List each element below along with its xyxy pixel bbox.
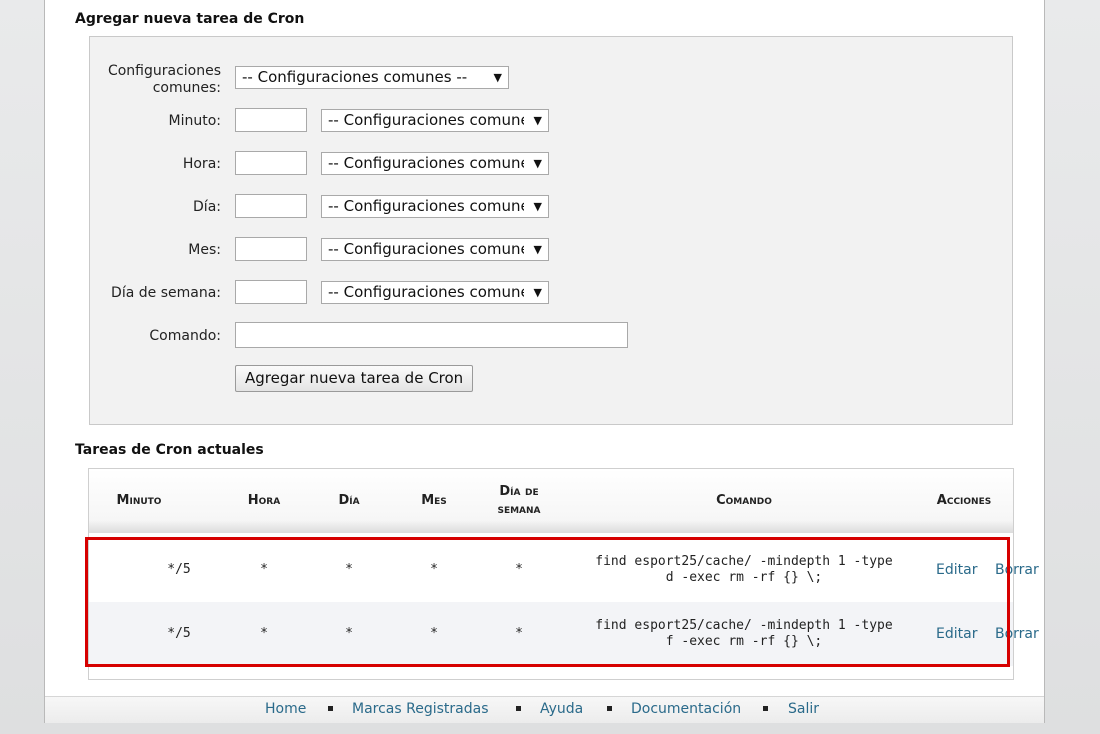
table-row: */5 * * * * find esport25/cache/ -mindep…	[89, 602, 1039, 666]
weekday-row: Día de semana: -- Configuraciones comune…	[90, 280, 1012, 306]
square-bullet-icon	[328, 706, 333, 711]
day-input[interactable]	[235, 194, 307, 218]
triangle-down-icon: ▼	[493, 71, 502, 84]
cell-day: *	[345, 626, 353, 641]
minute-row: Minuto: -- Configuraciones comunes -- ▼	[90, 108, 1012, 134]
hour-select-value: -- Configuraciones comunes --	[328, 154, 524, 172]
triangle-down-icon: ▼	[533, 243, 542, 256]
minute-input[interactable]	[235, 108, 307, 132]
command-line2: d -exec rm -rf {} \;	[665, 570, 823, 585]
hour-input[interactable]	[235, 151, 307, 175]
day-label: Día:	[193, 199, 221, 215]
hour-row: Hora: -- Configuraciones comunes -- ▼	[90, 151, 1012, 177]
cell-day: *	[345, 562, 353, 577]
cell-hour: *	[260, 562, 268, 577]
footer-link-logout[interactable]: Salir	[788, 701, 819, 717]
cell-minute: */5	[167, 562, 191, 577]
square-bullet-icon	[763, 706, 768, 711]
weekday-label: Día de semana:	[111, 285, 221, 301]
main-panel: Agregar nueva tarea de Cron Configuracio…	[44, 0, 1045, 723]
cell-month: *	[430, 626, 438, 641]
add-cron-form: Configuraciones comunes: -- Configuracio…	[89, 36, 1013, 425]
cell-hour: *	[260, 626, 268, 641]
month-select-value: -- Configuraciones comunes --	[328, 240, 524, 258]
command-input[interactable]	[235, 322, 628, 348]
day-select[interactable]: -- Configuraciones comunes -- ▼	[321, 195, 549, 218]
cell-minute: */5	[167, 626, 191, 641]
header-weekday: Día de semana	[479, 469, 559, 533]
command-line1: find esport25/cache/ -mindepth 1 -type	[595, 618, 893, 633]
hour-select[interactable]: -- Configuraciones comunes -- ▼	[321, 152, 549, 175]
minute-select[interactable]: -- Configuraciones comunes -- ▼	[321, 109, 549, 132]
footer-link-home[interactable]: Home	[265, 701, 306, 717]
square-bullet-icon	[607, 706, 612, 711]
delete-link[interactable]: Borrar	[995, 538, 1039, 602]
header-weekday-line1: Día de	[499, 484, 539, 499]
common-settings-row: Configuraciones comunes: -- Configuracio…	[90, 63, 1012, 97]
header-weekday-line2: semana	[497, 502, 541, 517]
footer-link-help[interactable]: Ayuda	[540, 701, 583, 717]
triangle-down-icon: ▼	[533, 286, 542, 299]
triangle-down-icon: ▼	[533, 157, 542, 170]
header-day: Día	[338, 493, 360, 508]
add-cron-button[interactable]: Agregar nueva tarea de Cron	[235, 365, 474, 392]
common-settings-select[interactable]: -- Configuraciones comunes -- ▼	[235, 66, 509, 89]
month-row: Mes: -- Configuraciones comunes -- ▼	[90, 237, 1012, 263]
command-line1: find esport25/cache/ -mindepth 1 -type	[595, 554, 893, 569]
common-settings-label-line1: Configuraciones	[107, 63, 221, 79]
hour-label: Hora:	[182, 156, 221, 172]
footer-nav: Home Marcas Registradas Ayuda Documentac…	[45, 696, 1044, 723]
table-header: Minuto Hora Día Mes Día de semana Comand…	[89, 469, 1013, 533]
command-label: Comando:	[149, 328, 221, 344]
weekday-select[interactable]: -- Configuraciones comunes -- ▼	[321, 281, 549, 304]
table-row: */5 * * * * find esport25/cache/ -mindep…	[89, 538, 1039, 602]
header-month: Mes	[421, 493, 447, 508]
cell-weekday: *	[515, 626, 523, 641]
header-command: Comando	[716, 493, 772, 508]
delete-link[interactable]: Borrar	[995, 602, 1039, 666]
day-select-value: -- Configuraciones comunes --	[328, 197, 524, 215]
weekday-input[interactable]	[235, 280, 307, 304]
command-line2: f -exec rm -rf {} \;	[665, 634, 823, 649]
footer-link-documentation[interactable]: Documentación	[631, 701, 741, 717]
triangle-down-icon: ▼	[533, 200, 542, 213]
add-cron-title: Agregar nueva tarea de Cron	[75, 11, 305, 27]
triangle-down-icon: ▼	[533, 114, 542, 127]
common-settings-select-value: -- Configuraciones comunes --	[242, 68, 468, 86]
weekday-select-value: -- Configuraciones comunes --	[328, 283, 524, 301]
common-settings-label-line2: comunes:	[152, 80, 221, 96]
cell-month: *	[430, 562, 438, 577]
square-bullet-icon	[516, 706, 521, 711]
cron-table: Minuto Hora Día Mes Día de semana Comand…	[88, 468, 1039, 680]
month-label: Mes:	[188, 242, 221, 258]
current-cron-title: Tareas de Cron actuales	[75, 442, 264, 458]
day-row: Día: -- Configuraciones comunes -- ▼	[90, 194, 1012, 220]
header-hour: Hora	[247, 493, 281, 508]
cell-weekday: *	[515, 562, 523, 577]
month-input[interactable]	[235, 237, 307, 261]
common-settings-label: Configuraciones comunes:	[81, 63, 221, 97]
minute-label: Minuto:	[168, 113, 222, 129]
edit-link[interactable]: Editar	[936, 538, 977, 602]
header-minute: Minuto	[116, 493, 162, 508]
footer-link-trademarks[interactable]: Marcas Registradas	[352, 701, 489, 717]
minute-select-value: -- Configuraciones comunes --	[328, 111, 524, 129]
cell-command: find esport25/cache/ -mindepth 1 -type f…	[559, 602, 929, 666]
cell-command: find esport25/cache/ -mindepth 1 -type d…	[559, 538, 929, 602]
edit-link[interactable]: Editar	[936, 602, 977, 666]
header-actions: Acciones	[936, 493, 992, 508]
month-select[interactable]: -- Configuraciones comunes -- ▼	[321, 238, 549, 261]
